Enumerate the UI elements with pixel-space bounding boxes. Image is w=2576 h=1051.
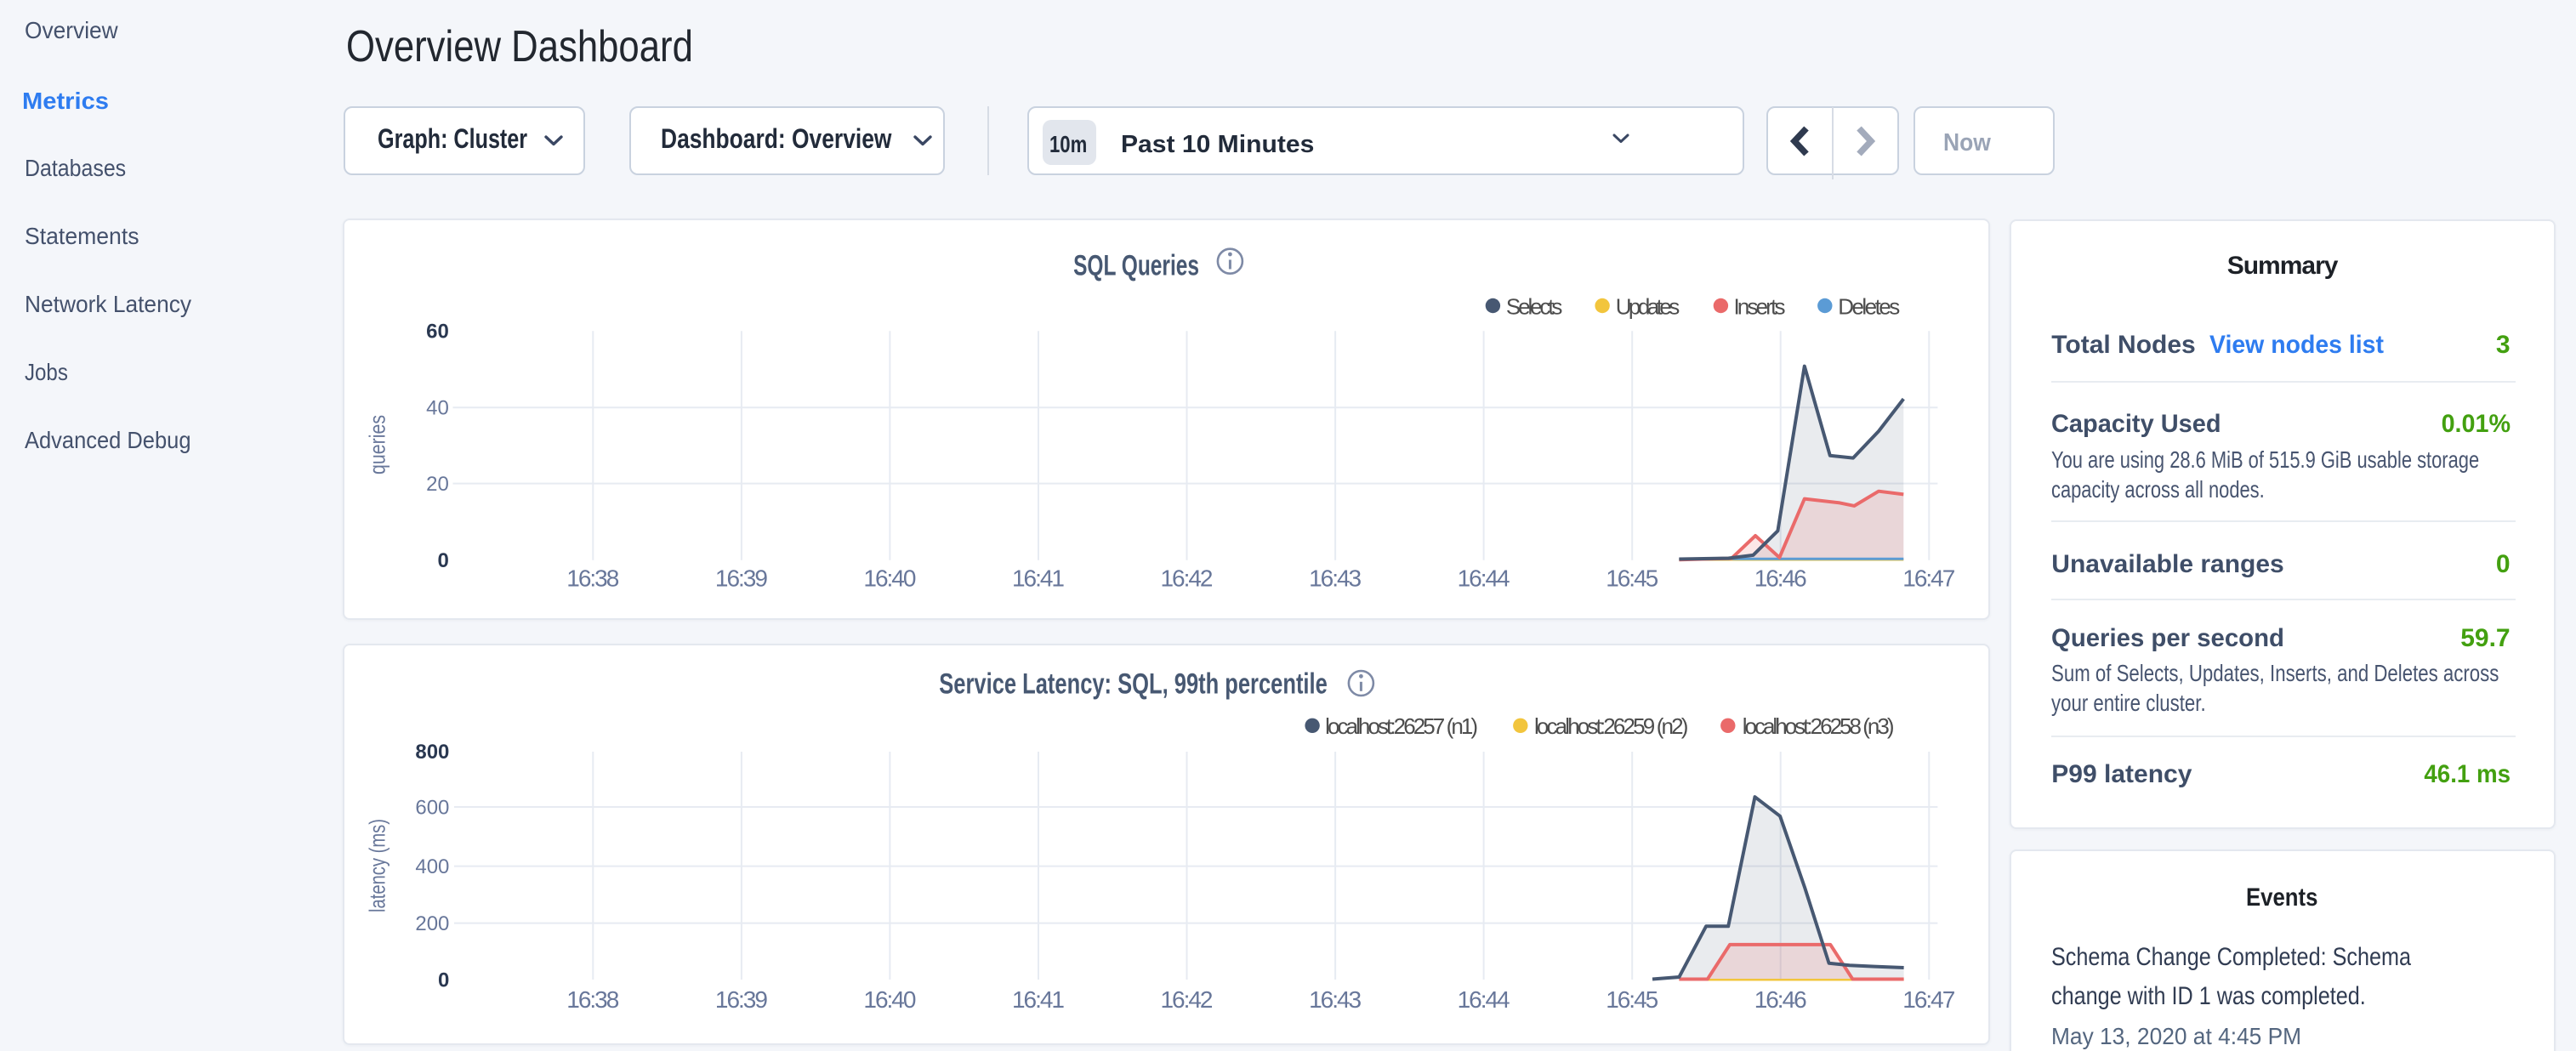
svg-text:600: 600 [415, 796, 449, 819]
svg-text:16:44: 16:44 [1457, 986, 1510, 1013]
svg-text:16:43: 16:43 [1309, 565, 1362, 592]
svg-text:20: 20 [426, 473, 449, 496]
svg-text:Deletes: Deletes [1838, 293, 1900, 319]
svg-text:16:41: 16:41 [1012, 986, 1065, 1013]
svg-text:16:40: 16:40 [863, 565, 916, 592]
svg-text:16:44: 16:44 [1457, 565, 1510, 592]
svg-text:0: 0 [438, 969, 449, 991]
svg-text:16:42: 16:42 [1160, 565, 1213, 592]
svg-text:16:46: 16:46 [1754, 986, 1806, 1013]
svg-text:16:47: 16:47 [1902, 986, 1955, 1013]
svg-text:queries: queries [364, 415, 390, 474]
svg-text:localhost:26259 (n2): localhost:26259 (n2) [1534, 713, 1688, 739]
svg-text:16:39: 16:39 [714, 565, 767, 592]
svg-text:SQL Queries: SQL Queries [1073, 250, 1199, 282]
svg-text:16:45: 16:45 [1606, 986, 1658, 1013]
svg-text:40: 40 [426, 396, 449, 419]
svg-text:16:43: 16:43 [1309, 986, 1362, 1013]
svg-text:Selects: Selects [1505, 293, 1562, 319]
svg-text:localhost:26257 (n1): localhost:26257 (n1) [1325, 713, 1478, 739]
svg-text:400: 400 [415, 855, 449, 878]
svg-text:200: 200 [415, 912, 449, 935]
svg-text:Inserts: Inserts [1733, 293, 1785, 319]
svg-text:16:47: 16:47 [1902, 565, 1955, 592]
svg-text:16:45: 16:45 [1606, 565, 1658, 592]
svg-text:16:46: 16:46 [1754, 565, 1806, 592]
svg-text:800: 800 [415, 741, 449, 764]
svg-text:latency (ms): latency (ms) [364, 819, 390, 912]
svg-text:localhost:26258 (n3): localhost:26258 (n3) [1742, 713, 1894, 739]
svg-text:Service Latency: SQL, 99th per: Service Latency: SQL, 99th percentile [939, 668, 1328, 701]
svg-text:0: 0 [437, 549, 448, 572]
svg-text:16:38: 16:38 [566, 565, 619, 592]
svg-text:16:38: 16:38 [566, 986, 619, 1013]
svg-text:16:39: 16:39 [714, 986, 767, 1013]
svg-text:16:40: 16:40 [863, 986, 916, 1013]
svg-text:16:42: 16:42 [1160, 986, 1213, 1013]
svg-text:16:41: 16:41 [1012, 565, 1065, 592]
svg-text:60: 60 [426, 321, 449, 344]
svg-text:Updates: Updates [1615, 293, 1680, 319]
